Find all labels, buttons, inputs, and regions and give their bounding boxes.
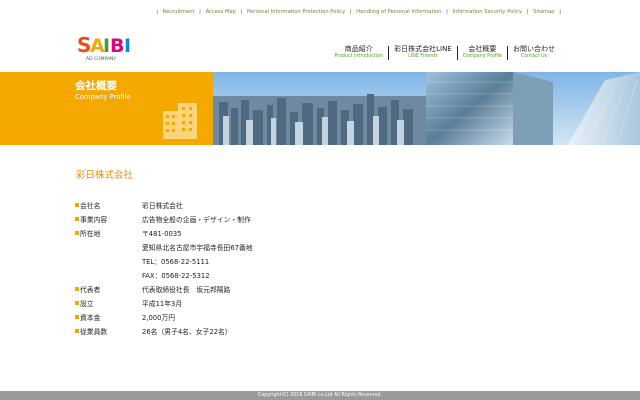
footer-copyright: Copyright(C) 2018 SAIBI co.Ltd All Right… (0, 391, 640, 400)
bullet-square (75, 217, 79, 221)
main-nav: 商品紹介 Product Introduction 彩日株式会社LINE LIN… (329, 46, 560, 60)
svg-text:I: I (124, 35, 131, 57)
nav-label: 彩日株式会社LINE (394, 45, 452, 53)
info-label: 事業内容 (80, 216, 108, 224)
nav-products[interactable]: 商品紹介 Product Introduction (329, 46, 388, 60)
link-handling-personal-info[interactable]: Handling of Personal Information (356, 9, 441, 15)
info-value: 平成11年3月 (142, 300, 183, 308)
nav-label: お問い合わせ (513, 45, 555, 53)
hero-title: 会社概要 (75, 80, 117, 92)
info-label: 資本金 (80, 314, 101, 322)
logo[interactable]: S A I B I AD COMPANY (76, 32, 140, 62)
svg-text:AD COMPANY: AD COMPANY (86, 56, 116, 62)
info-label: 代表者 (80, 286, 101, 294)
info-value: TEL：0568-22-5111 (142, 258, 210, 266)
link-security-policy[interactable]: Information Security Policy (452, 9, 522, 15)
nav-sublabel: Product Introduction (334, 54, 384, 59)
bullet-square (75, 301, 79, 305)
hero-cityscape-image (213, 72, 640, 145)
nav-sublabel: LINE Friends (408, 54, 438, 59)
link-privacy-policy[interactable]: Personal Information Protection Policy (247, 9, 345, 15)
info-value: 代表取締役社長 坂元邦陽路 (142, 286, 231, 294)
hero-panel: 会社概要 Company Profile (0, 72, 213, 145)
info-value: 〒481-0035 (142, 230, 182, 238)
info-value: 愛知県北名古屋市宇福寺長田67番地 (142, 244, 253, 252)
info-value: FAX：0568-22-5312 (142, 272, 210, 280)
nav-contact[interactable]: お問い合わせ Contact Us (507, 46, 560, 60)
hero-subtitle: Company Profile (75, 93, 131, 101)
nav-company-profile[interactable]: 会社概要 Company Profile (456, 45, 507, 60)
nav-label: 商品紹介 (344, 45, 373, 53)
bullet-square (75, 315, 79, 319)
nav-sublabel: Contact Us (520, 54, 548, 59)
link-recruitment[interactable]: Recruitment (163, 9, 195, 15)
bullet-square (75, 203, 79, 207)
building-icon (163, 103, 197, 139)
bullet-square (75, 329, 79, 333)
bullet-square (75, 231, 79, 235)
nav-sublabel: Company Profile (462, 54, 502, 59)
link-access-map[interactable]: Access Map (206, 9, 236, 15)
svg-text:B: B (110, 35, 124, 57)
info-value: 2,000万円 (142, 314, 176, 322)
info-value: 彩日株式会社 (142, 202, 183, 210)
utility-links: | Recruitment | Access Map | Personal In… (156, 9, 561, 15)
info-label: 設立 (80, 300, 94, 308)
bullet-square (75, 287, 79, 291)
hero-banner: 会社概要 Company Profile (0, 72, 640, 145)
section-title: 彩日株式会社 (76, 170, 134, 181)
info-label: 所在地 (80, 230, 101, 238)
info-label: 従業員数 (80, 328, 108, 336)
link-sitemap[interactable]: Sitemap (533, 9, 555, 15)
info-value: 26名（男子4名、女子22名） (142, 328, 232, 336)
nav-label: 会社概要 (468, 45, 497, 53)
info-value: 広告物全般の企画・デザイン・制作 (142, 216, 251, 224)
nav-line[interactable]: 彩日株式会社LINE LINE Friends (388, 46, 457, 60)
info-label: 会社名 (80, 202, 101, 210)
